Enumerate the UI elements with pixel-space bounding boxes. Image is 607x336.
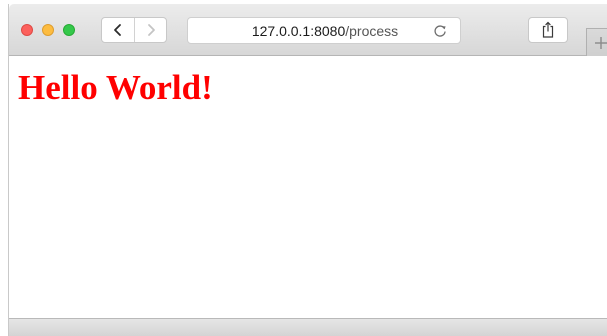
page-heading: Hello World! bbox=[18, 68, 213, 107]
share-icon bbox=[542, 21, 554, 38]
plus-icon bbox=[595, 36, 607, 49]
navigation-buttons bbox=[101, 17, 167, 43]
url-path: /process bbox=[345, 23, 399, 39]
status-bar bbox=[9, 318, 607, 336]
chevron-right-icon bbox=[148, 24, 155, 36]
new-tab-button[interactable] bbox=[586, 28, 607, 56]
close-window-button[interactable] bbox=[21, 24, 33, 36]
chevron-left-icon bbox=[114, 24, 121, 36]
url-text: 127.0.0.1:8080/process bbox=[188, 22, 462, 40]
minimize-window-button[interactable] bbox=[42, 24, 54, 36]
back-button[interactable] bbox=[102, 18, 135, 42]
share-button[interactable] bbox=[528, 17, 568, 43]
forward-button[interactable] bbox=[135, 18, 166, 42]
browser-toolbar: 127.0.0.1:8080/process bbox=[9, 4, 607, 56]
page-content: Hello World! bbox=[9, 56, 607, 318]
url-host: 127.0.0.1:8080 bbox=[251, 23, 346, 39]
address-bar[interactable]: 127.0.0.1:8080/process bbox=[187, 17, 461, 44]
browser-window: 127.0.0.1:8080/process Hello World! bbox=[8, 4, 607, 336]
zoom-window-button[interactable] bbox=[63, 24, 75, 36]
reload-icon[interactable] bbox=[432, 23, 448, 39]
